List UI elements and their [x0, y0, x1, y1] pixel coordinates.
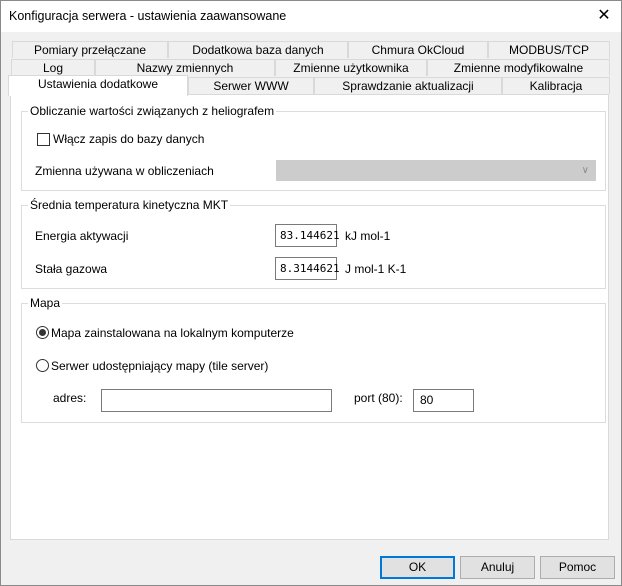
tab-modbus-tcp[interactable]: MODBUS/TCP [488, 41, 610, 58]
tab-ustawienia-dodatkowe[interactable]: Ustawienia dodatkowe [8, 75, 188, 96]
mkt-group: Średnia temperatura kinetyczna MKT Energ… [21, 198, 606, 289]
help-button[interactable]: Pomoc [540, 556, 615, 579]
radio-dot [39, 329, 46, 336]
title-bar: Konfiguracja serwera - ustawienia zaawan… [1, 1, 621, 32]
energy-field[interactable]: 83.144621 [275, 224, 340, 247]
tab-pomiary-przelaczane[interactable]: Pomiary przełączane [12, 41, 168, 58]
tab-row-1: Pomiary przełączane Dodatkowa baza danyc… [1, 41, 621, 59]
tab-zmienne-modyfikowalne[interactable]: Zmienne modyfikowalne [427, 59, 610, 76]
address-input[interactable] [101, 389, 332, 412]
tab-log[interactable]: Log [11, 59, 95, 76]
helio-legend: Obliczanie wartości związanych z heliogr… [28, 104, 277, 118]
variable-combobox[interactable]: ∨ [276, 160, 596, 181]
gas-field[interactable]: 8.3144621 [275, 257, 340, 280]
tab-panel: Obliczanie wartości związanych z heliogr… [10, 94, 609, 540]
close-icon[interactable]: ✕ [587, 3, 621, 29]
gas-label: Stała gazowa [35, 262, 108, 276]
tab-zmienne-uzytkownika[interactable]: Zmienne użytkownika [275, 59, 427, 76]
tab-nazwy-zmiennych[interactable]: Nazwy zmiennych [95, 59, 275, 76]
port-input[interactable]: 80 [413, 389, 474, 412]
energy-label: Energia aktywacji [35, 229, 129, 243]
tab-chmura-okcloud[interactable]: Chmura OkCloud [348, 41, 488, 58]
map-local-label: Mapa zainstalowana na lokalnym komputerz… [51, 326, 294, 340]
map-group: Mapa Mapa zainstalowana na lokalnym komp… [21, 296, 606, 423]
energy-unit: kJ mol-1 [345, 229, 391, 243]
mkt-legend: Średnia temperatura kinetyczna MKT [28, 198, 231, 212]
cancel-button[interactable]: Anuluj [460, 556, 535, 579]
tab-kalibracja[interactable]: Kalibracja [502, 77, 610, 94]
tab-row-3: Ustawienia dodatkowe Serwer WWW Sprawdza… [1, 75, 621, 96]
map-server-radio[interactable] [36, 359, 49, 372]
save-db-checkbox[interactable] [37, 133, 50, 146]
save-db-label: Włącz zapis do bazy danych [53, 132, 205, 146]
gas-unit: J mol-1 K-1 [345, 262, 407, 276]
chevron-down-icon: ∨ [581, 165, 589, 176]
map-local-radio[interactable] [36, 326, 49, 339]
window-title: Konfiguracja serwera - ustawienia zaawan… [9, 9, 287, 23]
tab-sprawdzanie-aktualizacji[interactable]: Sprawdzanie aktualizacji [314, 77, 502, 94]
helio-group: Obliczanie wartości związanych z heliogr… [21, 104, 606, 191]
tab-serwer-www[interactable]: Serwer WWW [188, 77, 314, 94]
address-label: adres: [53, 391, 87, 405]
tab-dodatkowa-baza-danych[interactable]: Dodatkowa baza danych [168, 41, 348, 58]
ok-button[interactable]: OK [380, 556, 455, 579]
variable-label: Zmienna używana w obliczeniach [35, 164, 214, 178]
map-server-label: Serwer udostępniający mapy (tile server) [51, 359, 269, 373]
map-legend: Mapa [28, 296, 63, 310]
dialog-window: Konfiguracja serwera - ustawienia zaawan… [0, 0, 622, 586]
port-label: port (80): [354, 391, 403, 405]
